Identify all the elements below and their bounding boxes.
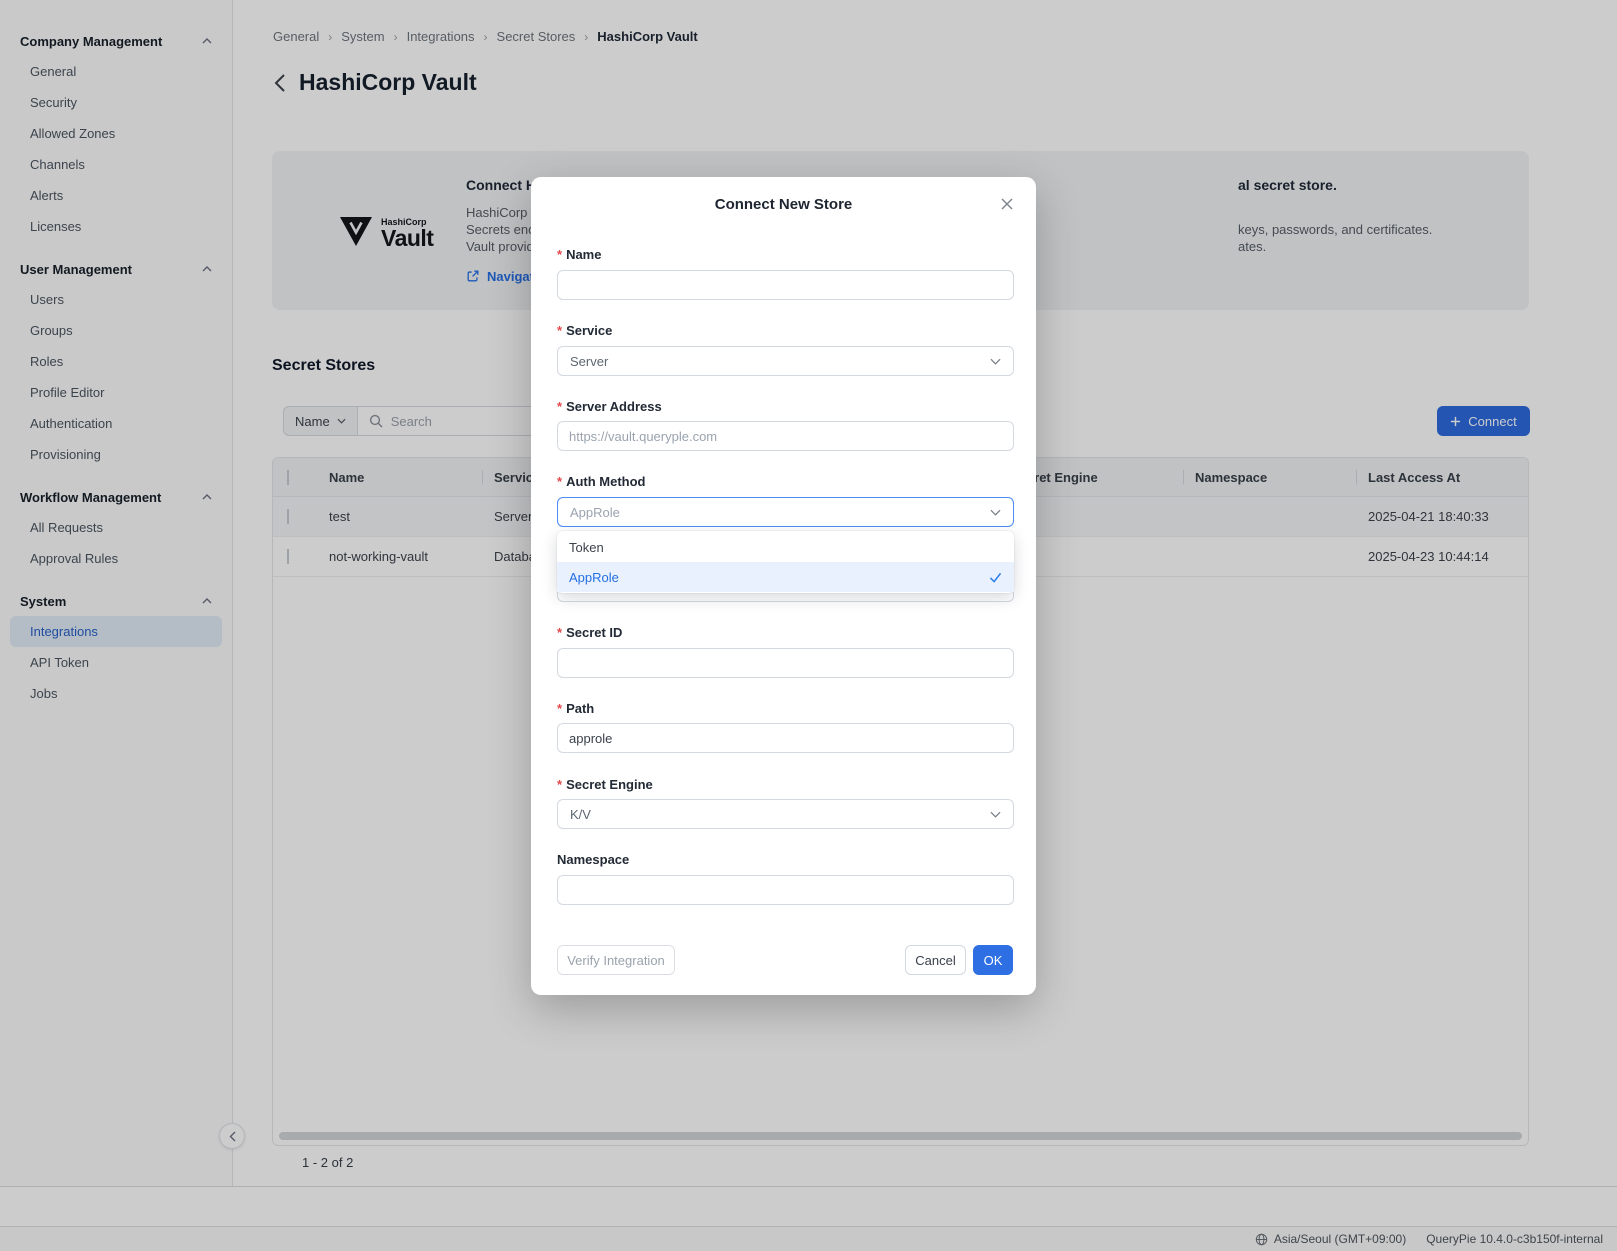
auth-method-label: * Auth Method	[557, 474, 645, 490]
namespace-label: Namespace	[557, 852, 629, 868]
name-label: * Name	[557, 247, 601, 263]
auth-method-select[interactable]: AppRole	[557, 497, 1014, 527]
option-label: Token	[569, 540, 604, 555]
chevron-down-icon	[990, 358, 1001, 365]
secret-engine-label-text: Secret Engine	[566, 777, 653, 792]
modal-title: Connect New Store	[531, 196, 1036, 213]
required-asterisk: *	[557, 701, 562, 716]
secret-id-label-text: Secret ID	[566, 625, 622, 640]
auth-method-select-value: AppRole	[570, 505, 620, 520]
name-input[interactable]	[557, 270, 1014, 300]
check-icon	[989, 572, 1002, 583]
service-select[interactable]: Server	[557, 346, 1014, 376]
chevron-down-icon	[990, 509, 1001, 516]
app-screen: Company Management General Security Allo…	[0, 0, 1617, 1251]
service-label-text: Service	[566, 323, 612, 338]
server-address-label-text: Server Address	[566, 399, 662, 414]
secret-engine-label: * Secret Engine	[557, 777, 653, 793]
verify-integration-button[interactable]: Verify Integration	[557, 945, 675, 975]
name-label-text: Name	[566, 247, 601, 262]
secret-engine-select[interactable]: K/V	[557, 799, 1014, 829]
server-address-label: * Server Address	[557, 399, 662, 415]
dropdown-option-token[interactable]: Token	[557, 532, 1014, 562]
namespace-label-text: Namespace	[557, 852, 629, 867]
close-icon[interactable]	[999, 196, 1015, 212]
required-asterisk: *	[557, 625, 562, 640]
auth-method-label-text: Auth Method	[566, 474, 645, 489]
secret-engine-select-value: K/V	[570, 807, 591, 822]
path-input[interactable]	[557, 723, 1014, 753]
chevron-down-icon	[990, 811, 1001, 818]
ok-button[interactable]: OK	[973, 945, 1013, 975]
cancel-button[interactable]: Cancel	[905, 945, 966, 975]
dropdown-option-approle[interactable]: AppRole	[557, 562, 1014, 592]
path-label-text: Path	[566, 701, 594, 716]
auth-method-dropdown: Token AppRole	[557, 531, 1014, 593]
secret-id-label: * Secret ID	[557, 625, 622, 641]
required-asterisk: *	[557, 777, 562, 792]
secret-id-input[interactable]	[557, 648, 1014, 678]
option-label: AppRole	[569, 570, 619, 585]
server-address-input[interactable]	[557, 421, 1014, 451]
required-asterisk: *	[557, 323, 562, 338]
service-select-value: Server	[570, 354, 608, 369]
connect-new-store-modal: Connect New Store * Name * Service Server …	[531, 177, 1036, 995]
service-label: * Service	[557, 323, 612, 339]
required-asterisk: *	[557, 247, 562, 262]
required-asterisk: *	[557, 474, 562, 489]
path-label: * Path	[557, 701, 594, 717]
required-asterisk: *	[557, 399, 562, 414]
namespace-input[interactable]	[557, 875, 1014, 905]
